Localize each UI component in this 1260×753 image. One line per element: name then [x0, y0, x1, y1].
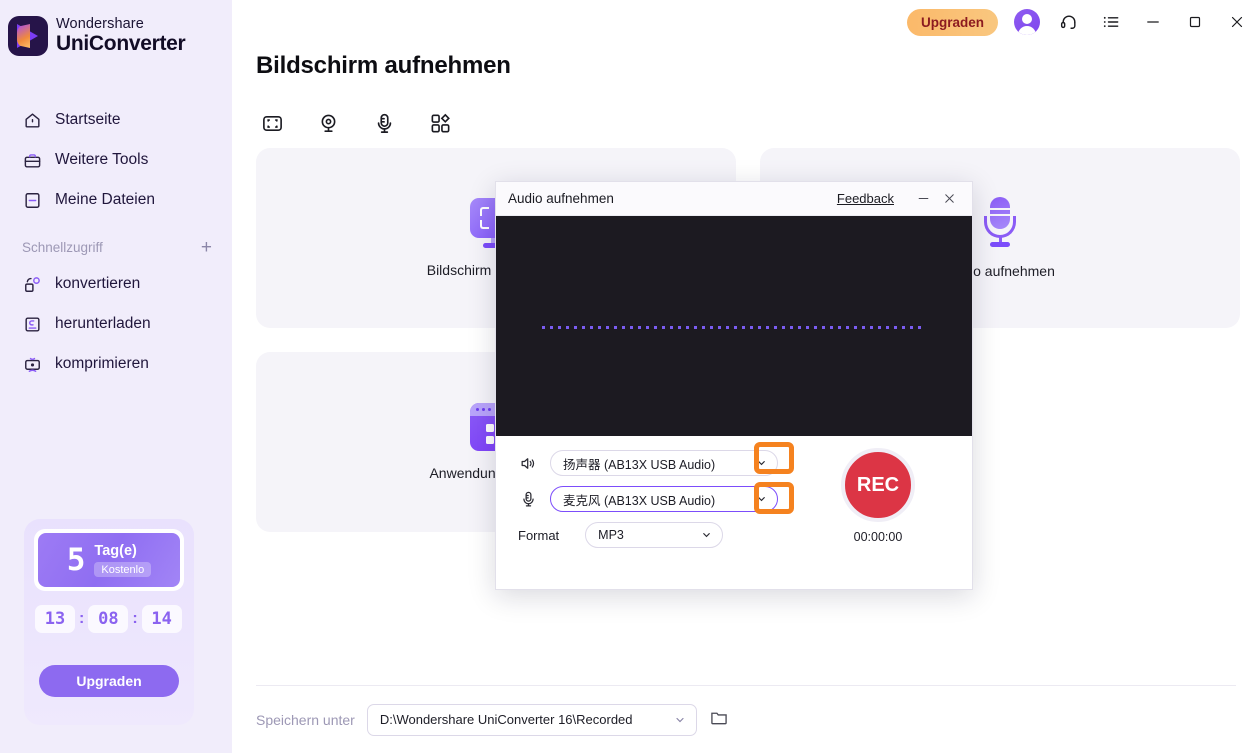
audio-record-dialog: Audio aufnehmen Feedback 扬声器 (AB13X USB … — [495, 181, 973, 590]
dialog-controls: 扬声器 (AB13X USB Audio) 麦克风 (AB13X USB Aud… — [496, 436, 972, 589]
sidebar-item-startseite[interactable]: Startseite — [0, 100, 232, 140]
format-label: Format — [518, 527, 560, 543]
chevron-down-icon — [758, 497, 765, 502]
trial-days-label: Tag(e) — [94, 543, 137, 559]
play-logo-icon — [8, 16, 48, 56]
save-path-value: D:\Wondershare UniConverter 16\Recorded — [379, 712, 633, 727]
trial-free-badge: Kostenlo — [94, 562, 152, 577]
convert-icon — [22, 274, 42, 294]
record-button[interactable]: REC — [841, 448, 915, 522]
brand-text: Wondershare UniConverter — [56, 16, 186, 55]
chevron-down-icon — [676, 717, 684, 722]
webcam-icon[interactable] — [312, 108, 344, 138]
minimize-icon[interactable] — [1140, 9, 1166, 35]
sidebar-upgrade-button[interactable]: Upgraden — [39, 665, 179, 697]
feedback-link[interactable]: Feedback — [837, 191, 894, 206]
maximize-icon[interactable] — [1182, 9, 1208, 35]
chevron-down-icon — [703, 533, 711, 538]
waveform-line — [542, 326, 926, 329]
sidebar-item-weitere-tools[interactable]: Weitere Tools — [0, 140, 232, 180]
record-control: REC 00:00:00 — [818, 448, 938, 544]
microphone-device-value: 麦克风 (AB13X USB Audio) — [563, 493, 716, 508]
save-path-select[interactable]: D:\Wondershare UniConverter 16\Recorded — [366, 703, 697, 736]
sidebar-item-label: Meine Dateien — [55, 191, 155, 208]
countdown-hours: 13 — [35, 605, 75, 633]
countdown-seconds: 14 — [141, 605, 182, 633]
account-avatar[interactable] — [1014, 9, 1040, 35]
format-select[interactable]: MP3 — [585, 522, 724, 548]
task-list-icon[interactable] — [1098, 9, 1124, 35]
download-icon — [22, 314, 42, 334]
tool-tabs — [256, 108, 456, 138]
sidebar-item-herunterladen[interactable]: herunterladen — [0, 304, 232, 344]
quick-access-label: Schnellzugriff — [22, 239, 103, 255]
plus-icon[interactable]: + — [201, 238, 212, 257]
sidebar-item-komprimieren[interactable]: komprimieren — [0, 344, 232, 384]
trial-days-count: 5 — [66, 542, 86, 578]
upgrade-button[interactable]: Upgraden — [906, 8, 998, 36]
dialog-title: Audio aufnehmen — [508, 191, 614, 206]
sidebar-item-meine-dateien[interactable]: Meine Dateien — [0, 180, 232, 220]
speaker-device-select[interactable]: 扬声器 (AB13X USB Audio) — [550, 450, 778, 476]
apps-grid-icon[interactable] — [424, 108, 456, 138]
sidebar-item-label: komprimieren — [55, 355, 149, 372]
close-icon[interactable] — [936, 186, 962, 212]
trial-countdown: 13 : 08 : 14 — [35, 605, 182, 633]
home-icon — [22, 110, 42, 130]
files-icon — [22, 190, 42, 210]
sidebar: Wondershare UniConverter Startseite Weit… — [0, 0, 232, 753]
quick-access-header: Schnellzugriff + — [0, 230, 232, 264]
compress-icon — [22, 354, 42, 374]
microphone-device-select[interactable]: 麦克风 (AB13X USB Audio) — [550, 486, 778, 512]
sidebar-item-label: konvertieren — [55, 275, 141, 292]
save-location-bar: Speichern unter D:\Wondershare UniConver… — [256, 685, 1236, 753]
speaker-device-value: 扬声器 (AB13X USB Audio) — [563, 457, 716, 472]
microphone-icon[interactable] — [368, 108, 400, 138]
sidebar-item-label: Startseite — [55, 111, 121, 128]
trial-card: 5 Tag(e) Kostenlo 13 : 08 : 14 Upgraden — [24, 519, 194, 725]
sidebar-item-label: herunterladen — [55, 315, 151, 332]
mic-icon — [977, 197, 1023, 249]
close-icon[interactable] — [1224, 9, 1250, 35]
headset-icon[interactable] — [1056, 9, 1082, 35]
brand-logo[interactable]: Wondershare UniConverter — [8, 16, 186, 56]
sidebar-nav: Startseite Weitere Tools Meine Dateien S… — [0, 100, 232, 384]
countdown-sep: : — [79, 610, 85, 627]
sidebar-item-konvertieren[interactable]: konvertieren — [0, 264, 232, 304]
countdown-sep: : — [132, 610, 138, 627]
chevron-down-icon — [758, 461, 765, 466]
brand-line2: UniConverter — [56, 31, 186, 55]
page-title: Bildschirm aufnehmen — [256, 52, 511, 79]
record-timer: 00:00:00 — [853, 530, 903, 544]
minimize-icon[interactable] — [910, 186, 936, 212]
sidebar-item-label: Weitere Tools — [55, 151, 149, 168]
microphone-icon — [518, 489, 538, 509]
folder-icon[interactable] — [709, 707, 729, 732]
format-value: MP3 — [598, 528, 624, 542]
speaker-icon — [518, 453, 538, 473]
window-titlebar: Upgraden — [906, 0, 1250, 44]
app-root: Wondershare UniConverter Startseite Weit… — [0, 0, 1260, 753]
dialog-titlebar: Audio aufnehmen Feedback — [496, 182, 972, 216]
save-location-label: Speichern unter — [256, 711, 355, 728]
toolbox-icon — [22, 150, 42, 170]
brand-line1: Wondershare — [56, 16, 144, 33]
trial-days-panel: 5 Tag(e) Kostenlo — [34, 529, 184, 591]
screen-capture-icon[interactable] — [256, 108, 288, 138]
countdown-minutes: 08 — [88, 605, 129, 633]
waveform-preview — [496, 216, 972, 436]
